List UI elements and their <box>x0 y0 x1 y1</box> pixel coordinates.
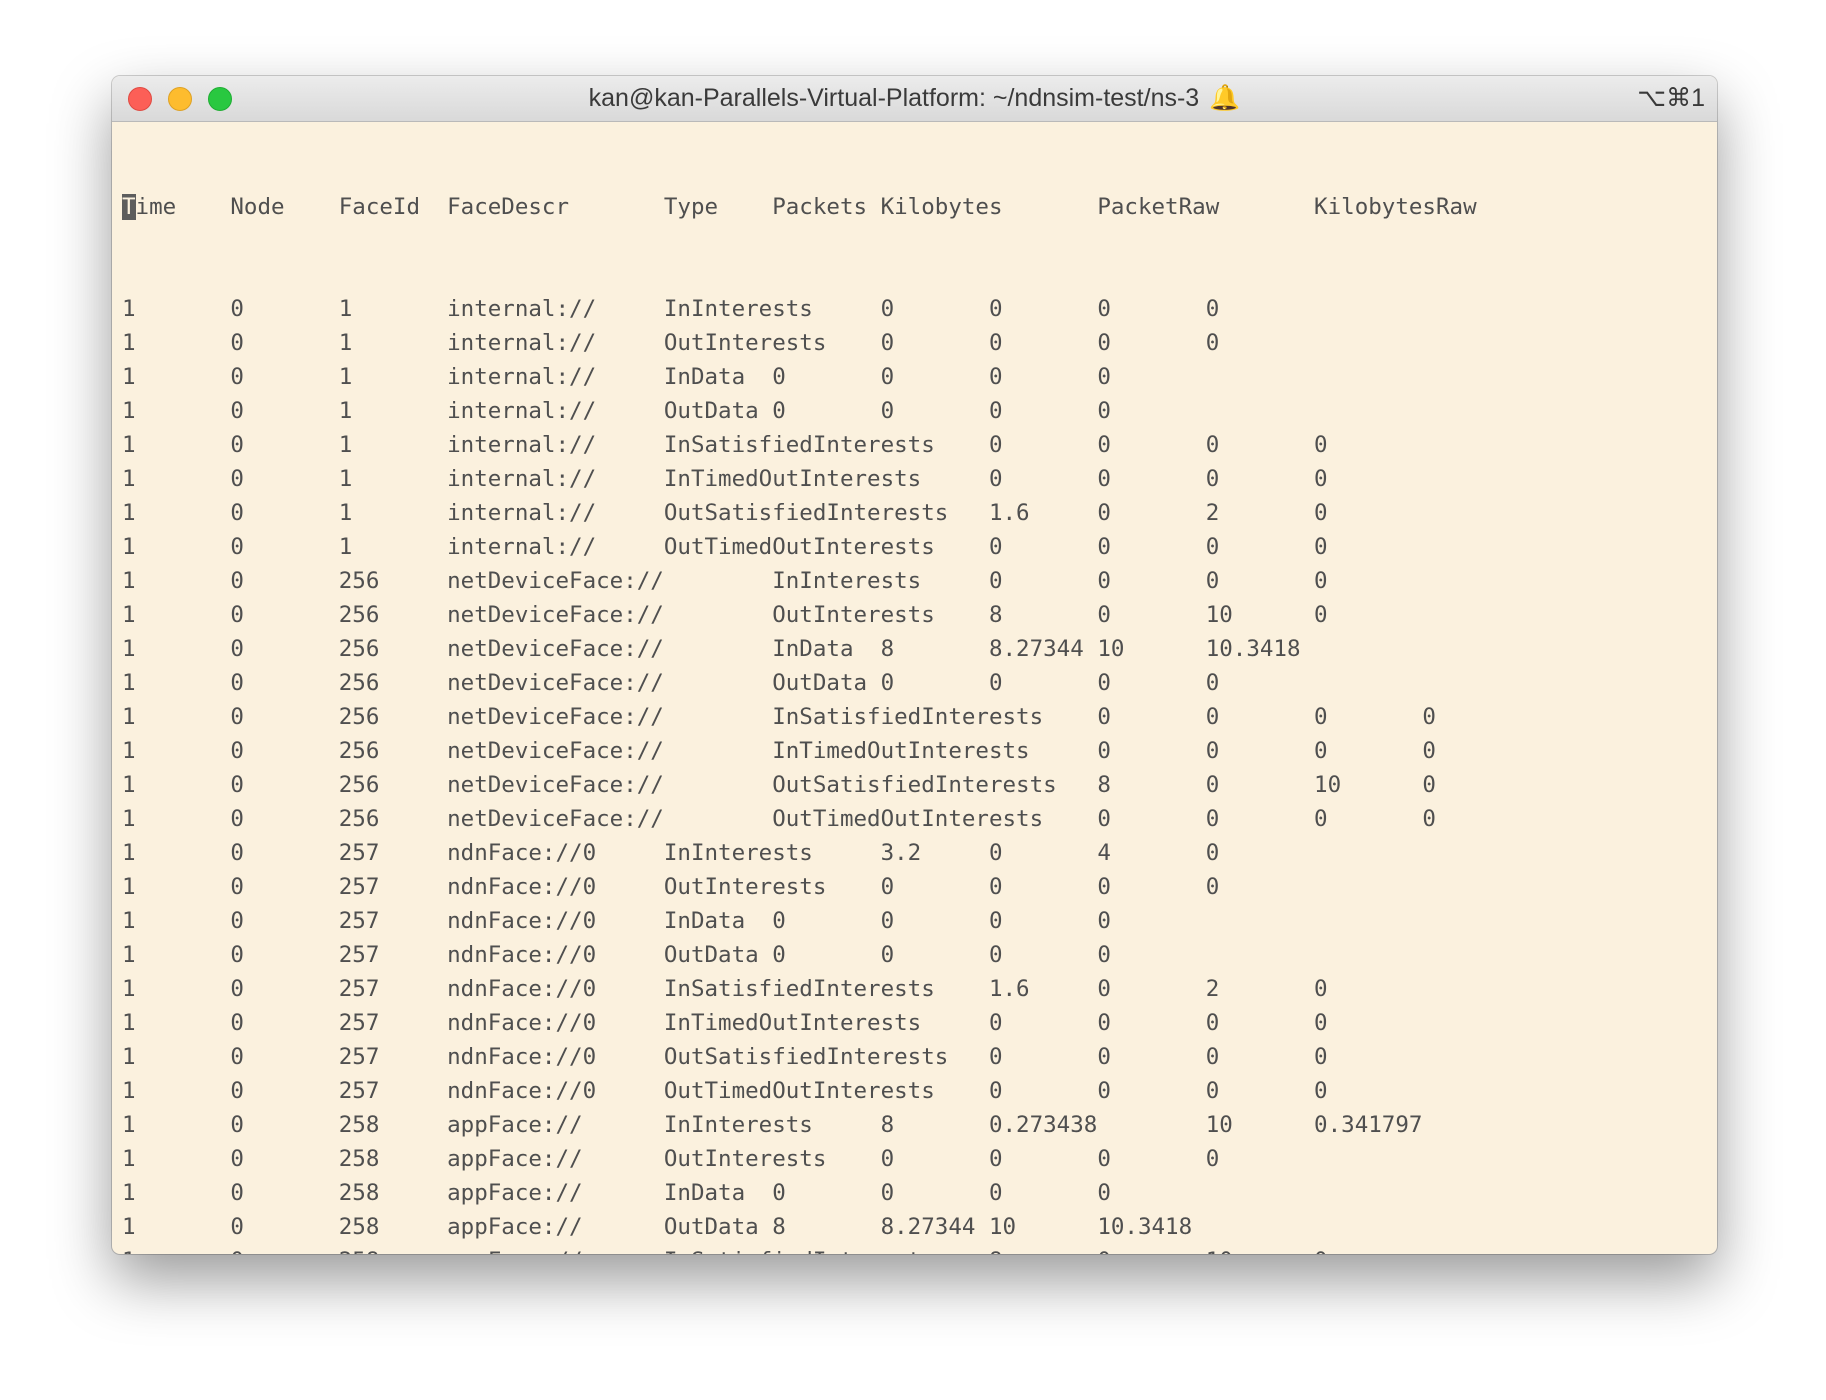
output-line: 1 0 257 ndnFace://0 OutInterests 0 0 0 0 <box>122 874 1220 900</box>
output-line: 1 0 1 internal:// OutTimedOutInterests 0… <box>122 534 1328 560</box>
output-line: 1 0 257 ndnFace://0 OutData 0 0 0 0 <box>122 942 1111 968</box>
output-line: 1 0 257 ndnFace://0 OutTimedOutInterests… <box>122 1078 1328 1104</box>
output-line: 1 0 1 internal:// InData 0 0 0 0 <box>122 364 1111 390</box>
output-line: 1 0 1 internal:// OutSatisfiedInterests … <box>122 500 1328 526</box>
window-shortcut-label: ⌥⌘1 <box>1637 84 1705 112</box>
output-line: 1 0 1 internal:// OutData 0 0 0 0 <box>122 398 1111 424</box>
title-bar[interactable]: kan@kan-Parallels-Virtual-Platform: ~/nd… <box>112 76 1717 122</box>
output-line: 1 0 257 ndnFace://0 InData 0 0 0 0 <box>122 908 1111 934</box>
output-rows: 1 0 1 internal:// InInterests 0 0 0 0 1 0… <box>122 292 1717 1254</box>
output-line: 1 0 256 netDeviceFace:// OutTimedOutInte… <box>122 806 1436 832</box>
text-cursor: T <box>122 194 136 220</box>
bell-icon: 🔔 <box>1209 84 1241 112</box>
output-line: 1 0 258 appFace:// InSatisfiedInterests … <box>122 1244 1717 1254</box>
output-line: 1 0 256 netDeviceFace:// OutSatisfiedInt… <box>122 772 1436 798</box>
header-line: Time Node FaceId FaceDescr Type Packets … <box>122 190 1717 224</box>
output-line: 1 0 258 appFace:// InInterests 8 0.27343… <box>122 1112 1423 1138</box>
window-title: kan@kan-Parallels-Virtual-Platform: ~/nd… <box>588 84 1200 112</box>
output-line: 1 0 256 netDeviceFace:// InSatisfiedInte… <box>122 704 1436 730</box>
output-line: 1 0 256 netDeviceFace:// InTimedOutInter… <box>122 738 1436 764</box>
output-line: 1 0 1 internal:// InInterests 0 0 0 0 <box>122 296 1220 322</box>
header-text: ime Node FaceId FaceDescr Type Packets K… <box>135 194 1477 220</box>
output-line: 1 0 257 ndnFace://0 InSatisfiedInterests… <box>122 976 1328 1002</box>
output-line: 1 0 1 internal:// InTimedOutInterests 0 … <box>122 466 1328 492</box>
output-line: 1 0 256 netDeviceFace:// OutData 0 0 0 0 <box>122 670 1220 696</box>
output-line: 1 0 258 appFace:// OutData 8 8.27344 10 … <box>122 1214 1193 1240</box>
output-line: 1 0 256 netDeviceFace:// InData 8 8.2734… <box>122 636 1301 662</box>
output-line: 1 0 257 ndnFace://0 OutSatisfiedInterest… <box>122 1044 1328 1070</box>
output-line: 1 0 256 netDeviceFace:// OutInterests 8 … <box>122 602 1328 628</box>
window-title-container: kan@kan-Parallels-Virtual-Platform: ~/nd… <box>112 76 1717 121</box>
output-line: 1 0 258 appFace:// InData 0 0 0 0 <box>122 1180 1111 1206</box>
output-line: 1 0 256 netDeviceFace:// InInterests 0 0… <box>122 568 1328 594</box>
output-line: 1 0 257 ndnFace://0 InInterests 3.2 0 4 … <box>122 840 1220 866</box>
output-line: 1 0 1 internal:// InSatisfiedInterests 0… <box>122 432 1328 458</box>
output-line: 1 0 258 appFace:// OutInterests 0 0 0 0 <box>122 1146 1220 1172</box>
terminal-output[interactable]: Time Node FaceId FaceDescr Type Packets … <box>122 122 1717 1254</box>
output-line: 1 0 1 internal:// OutInterests 0 0 0 0 <box>122 330 1220 356</box>
terminal-window: kan@kan-Parallels-Virtual-Platform: ~/nd… <box>112 76 1717 1254</box>
output-line: 1 0 257 ndnFace://0 InTimedOutInterests … <box>122 1010 1328 1036</box>
